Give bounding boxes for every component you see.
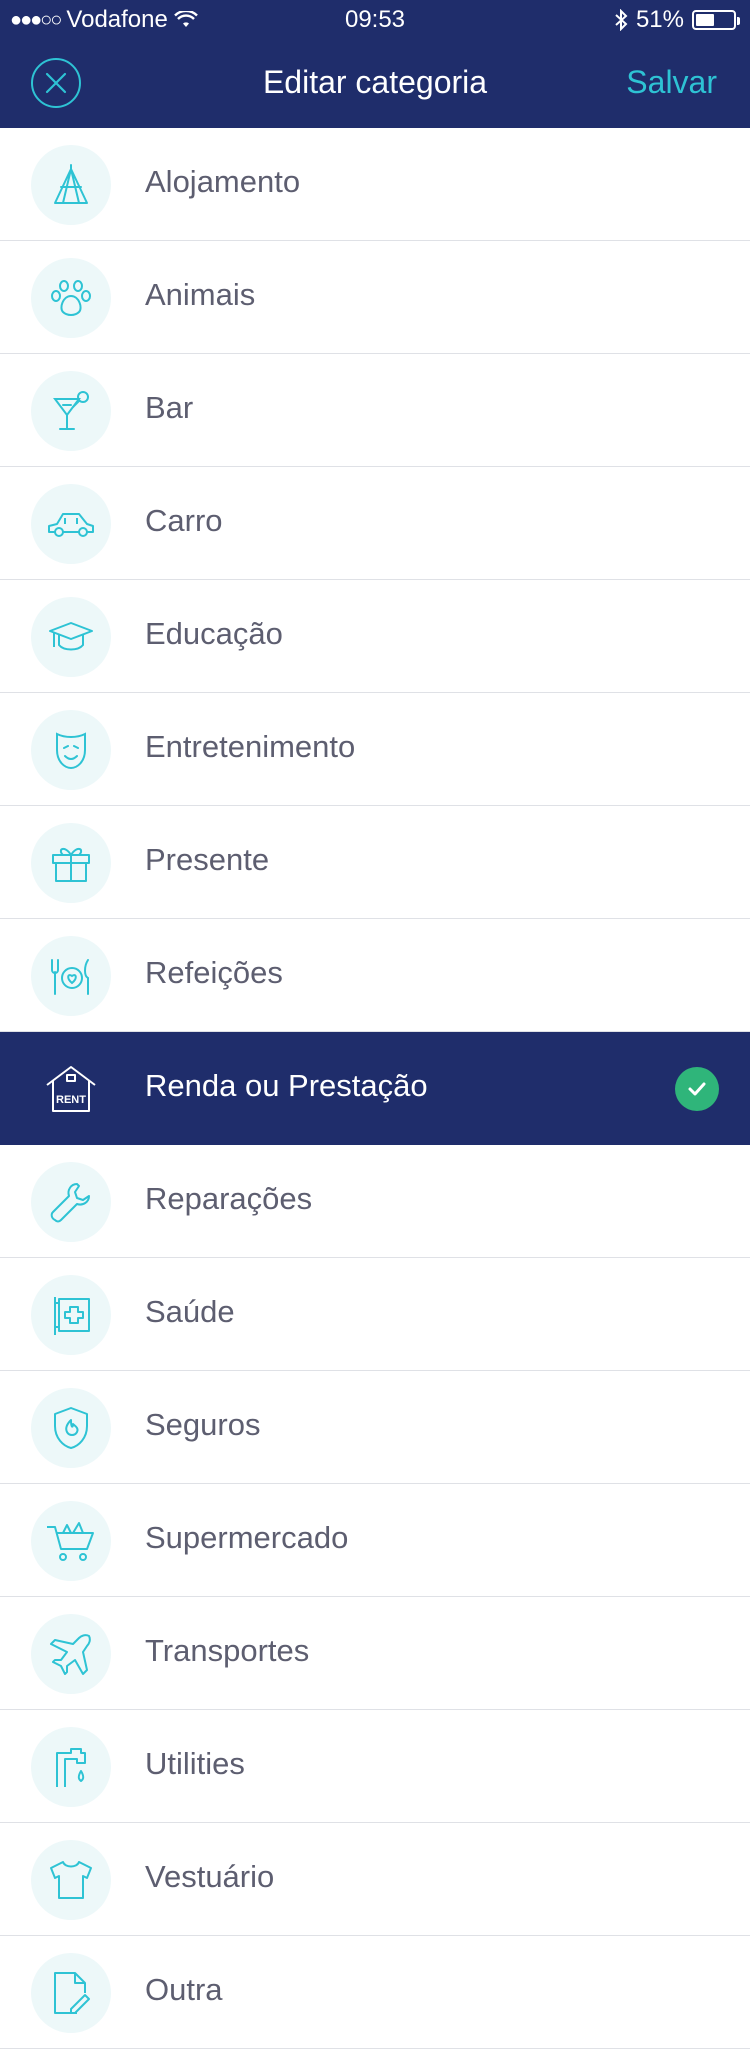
save-button[interactable]: Salvar <box>626 64 717 101</box>
tent-icon <box>31 145 111 225</box>
category-row-2[interactable]: Bar <box>0 354 750 467</box>
airplane-icon <box>31 1614 111 1694</box>
category-row-14[interactable]: Utilities <box>0 1710 750 1823</box>
category-label: Entretenimento <box>145 729 356 764</box>
battery-percent: 51% <box>635 6 684 33</box>
category-row-12[interactable]: Supermercado <box>0 1484 750 1597</box>
checkmark-icon <box>688 1082 706 1096</box>
category-label: Vestuário <box>145 1859 275 1894</box>
header: ●●●○○ Vodafone 09:53 51% Editar categori… <box>0 0 750 128</box>
wrench-icon <box>31 1162 111 1242</box>
category-row-16[interactable]: Outra <box>0 1936 750 2049</box>
rent-text: RENT <box>56 1094 86 1106</box>
category-row-15[interactable]: Vestuário <box>0 1823 750 1936</box>
category-label: Reparações <box>145 1181 313 1216</box>
theater-mask-icon <box>31 710 111 790</box>
category-label: Educação <box>145 616 283 651</box>
paw-icon <box>31 258 111 338</box>
category-row-7[interactable]: Refeições <box>0 919 750 1032</box>
category-row-10[interactable]: Saúde <box>0 1258 750 1371</box>
category-label: Alojamento <box>145 164 301 199</box>
category-list: Alojamento Animais Bar Carro Educação En… <box>0 128 750 2049</box>
car-icon <box>31 484 111 564</box>
cocktail-icon <box>31 371 111 451</box>
pharmacy-sign-icon <box>31 1275 111 1355</box>
category-label: Refeições <box>145 955 283 990</box>
category-row-11[interactable]: Seguros <box>0 1371 750 1484</box>
graduation-cap-icon <box>31 597 111 677</box>
category-row-0[interactable]: Alojamento <box>0 128 750 241</box>
category-row-9[interactable]: Reparações <box>0 1145 750 1258</box>
category-row-13[interactable]: Transportes <box>0 1597 750 1710</box>
selected-check-badge <box>675 1067 719 1111</box>
category-row-4[interactable]: Educação <box>0 580 750 693</box>
house-rent-icon: RENT <box>31 1049 111 1129</box>
category-row-3[interactable]: Carro <box>0 467 750 580</box>
category-label: Animais <box>145 277 256 312</box>
category-label: Seguros <box>145 1407 261 1442</box>
status-bar: ●●●○○ Vodafone 09:53 51% <box>0 0 750 40</box>
bluetooth-icon <box>614 9 628 31</box>
document-edit-icon <box>31 1953 111 2033</box>
category-label: Saúde <box>145 1294 235 1329</box>
category-label: Supermercado <box>145 1520 349 1555</box>
category-label: Outra <box>145 1972 223 2007</box>
category-label: Presente <box>145 842 270 877</box>
gift-icon <box>31 823 111 903</box>
navigation-bar: Editar categoria Salvar <box>0 40 750 128</box>
plate-cutlery-icon <box>31 936 111 1016</box>
category-label: Carro <box>145 503 223 538</box>
faucet-icon <box>31 1727 111 1807</box>
category-label: Utilities <box>145 1746 245 1781</box>
category-label: Renda ou Prestação <box>145 1068 428 1103</box>
shopping-cart-icon <box>31 1501 111 1581</box>
tshirt-icon <box>31 1840 111 1920</box>
category-label: Bar <box>145 390 194 425</box>
category-label: Transportes <box>145 1633 310 1668</box>
category-row-6[interactable]: Presente <box>0 806 750 919</box>
shield-icon <box>31 1388 111 1468</box>
category-row-1[interactable]: Animais <box>0 241 750 354</box>
category-row-8[interactable]: RENT Renda ou Prestação <box>0 1032 750 1145</box>
battery-icon <box>692 10 740 30</box>
category-row-5[interactable]: Entretenimento <box>0 693 750 806</box>
